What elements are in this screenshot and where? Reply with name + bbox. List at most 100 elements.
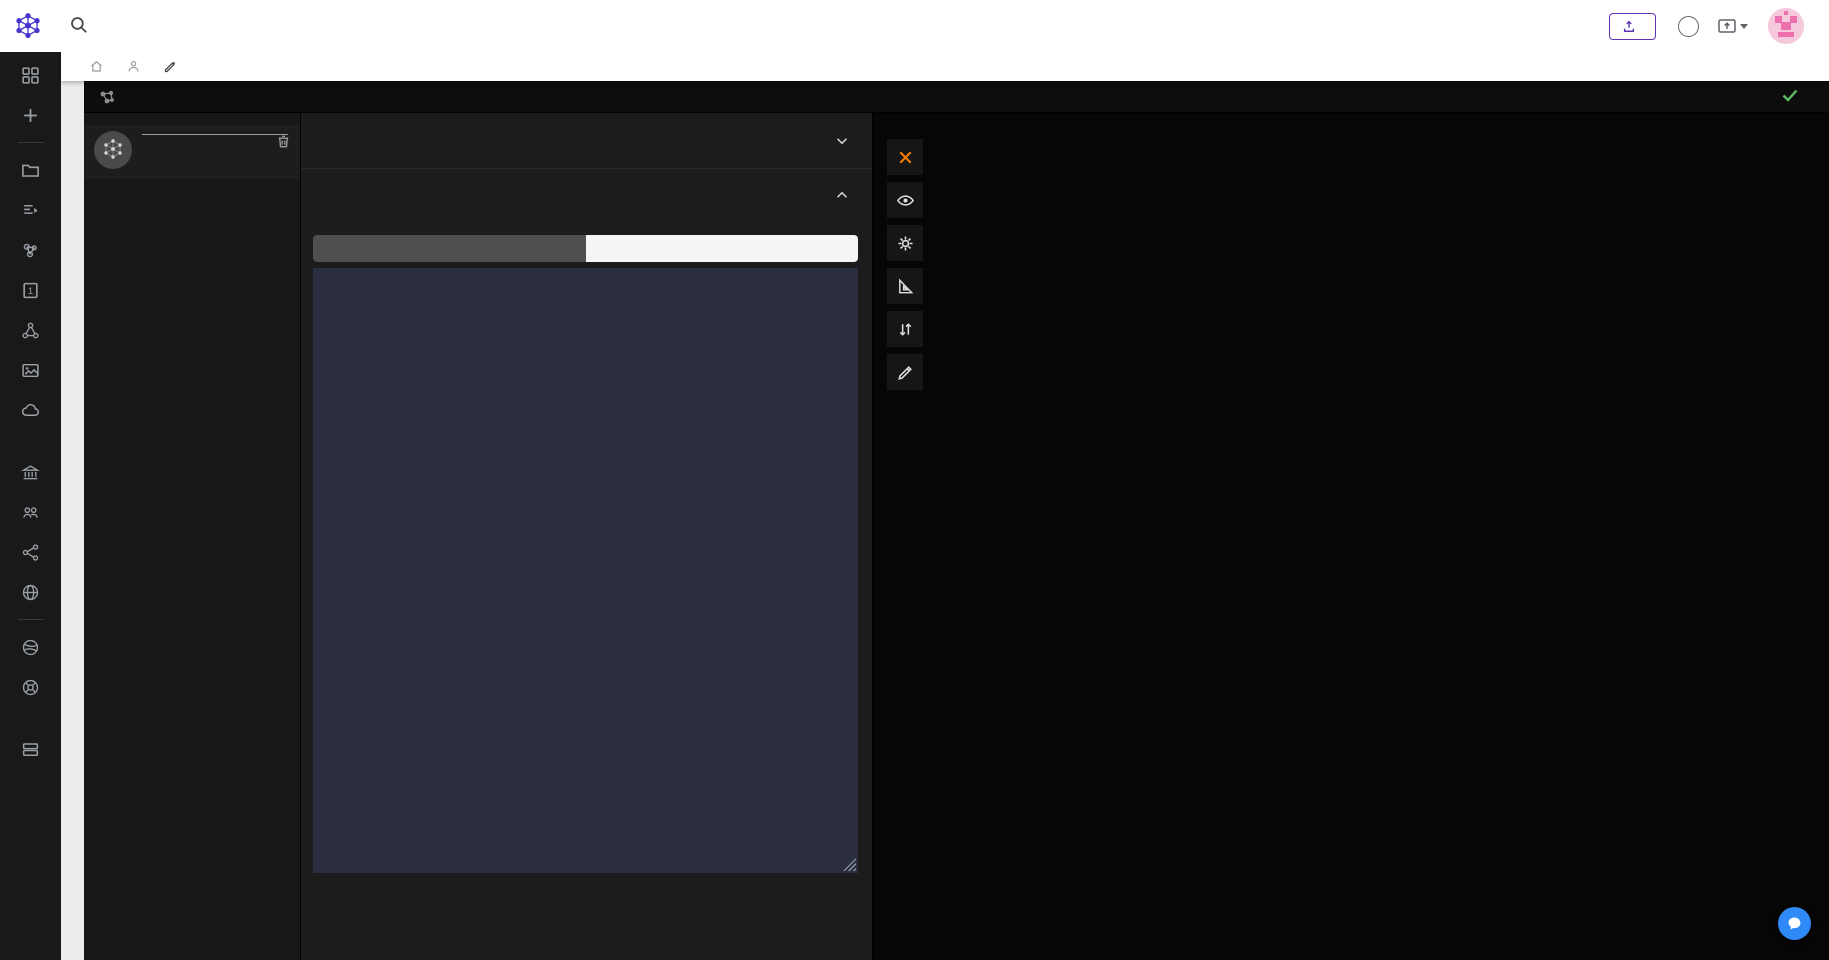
home-icon [89, 59, 104, 74]
basis-units-tabs [313, 235, 858, 262]
jobs-icon: 1 [21, 281, 40, 300]
materials-designer [84, 81, 1829, 960]
avatar-identicon [1768, 8, 1804, 44]
person-icon [126, 59, 141, 74]
eye-icon [896, 191, 915, 210]
layout-gap [61, 81, 84, 960]
sidebar-item-create[interactable] [11, 100, 51, 130]
materials-list-panel [84, 113, 301, 960]
menu-input-output[interactable] [138, 81, 164, 113]
sidebar: 1 [0, 52, 61, 960]
pencil-icon [163, 59, 178, 74]
source-editor-panel [301, 113, 873, 960]
breadcrumb-account[interactable] [126, 59, 147, 74]
app-screen: 1 [0, 0, 1829, 960]
visibility-button[interactable] [887, 182, 923, 218]
basis-editor-lines [313, 268, 858, 272]
gear-icon [896, 234, 915, 253]
crystal-lattice-section-header[interactable] [301, 113, 872, 169]
basis-editor[interactable] [313, 268, 858, 873]
material-avatar-icon [94, 131, 132, 169]
sidebar-item-workflows[interactable] [11, 195, 51, 225]
sidebar-item-jobs[interactable]: 1 [11, 275, 51, 305]
folder-icon [21, 161, 40, 180]
upgrade-button[interactable] [1609, 13, 1656, 40]
menu-advanced[interactable] [216, 81, 242, 113]
globe-icon [21, 583, 40, 602]
mat3ra-logo-icon[interactable] [14, 12, 42, 40]
menu-edit[interactable] [164, 81, 190, 113]
messages-icon [1717, 17, 1737, 35]
sidebar-item-explore[interactable] [11, 632, 51, 662]
sidebar-divider [18, 142, 44, 143]
edit-structure-button[interactable] [887, 354, 923, 390]
svg-text:1: 1 [28, 285, 33, 296]
atoms-cluster-icon [21, 241, 40, 260]
search-button[interactable] [68, 15, 90, 37]
team-icon [21, 503, 40, 522]
cloud-icon [21, 401, 40, 420]
breadcrumb-home[interactable] [89, 59, 110, 74]
set-square-icon [896, 277, 915, 296]
up-down-arrows-icon [896, 320, 915, 339]
reorder-axes-button[interactable] [887, 311, 923, 347]
upload-icon [1622, 19, 1636, 33]
material-list-item[interactable] [84, 125, 300, 179]
tab-cartesian-units[interactable] [586, 235, 859, 262]
editor-resize-handle[interactable] [843, 858, 856, 871]
search-icon [69, 15, 89, 35]
breadcrumb-current [163, 59, 184, 74]
tab-crystal-units[interactable] [313, 235, 586, 262]
bank-icon [21, 463, 40, 482]
sidebar-item-materials[interactable] [11, 235, 51, 265]
save-check-button[interactable] [1781, 86, 1799, 107]
close-icon [896, 148, 915, 167]
delete-material-button[interactable] [275, 133, 292, 153]
chevron-down-icon [836, 137, 848, 145]
explore-icon [21, 638, 40, 657]
viewer-settings-button[interactable] [887, 225, 923, 261]
images-icon [21, 361, 40, 380]
sidebar-item-web[interactable] [11, 577, 51, 607]
chat-bubble-icon [1786, 915, 1803, 932]
measure-button[interactable] [887, 268, 923, 304]
viewer-canvas[interactable] [873, 113, 1829, 960]
breadcrumb [61, 52, 1829, 81]
sidebar-item-designer[interactable] [11, 315, 51, 345]
trash-icon [275, 133, 292, 150]
close-viewer-button[interactable] [887, 139, 923, 175]
chat-support-button[interactable] [1778, 907, 1811, 940]
help-button[interactable] [1678, 16, 1699, 37]
sidebar-item-team[interactable] [11, 497, 51, 527]
viewer-toolbar [887, 139, 923, 390]
user-avatar[interactable] [1768, 8, 1804, 44]
sidebar-item-dashboard[interactable] [11, 60, 51, 90]
structure-viewer [873, 113, 1829, 960]
check-icon [1781, 86, 1799, 104]
sidebar-item-shared[interactable] [11, 537, 51, 567]
pencil-icon [896, 363, 915, 382]
sidebar-item-media[interactable] [11, 355, 51, 385]
crystal-basis-section-header[interactable] [301, 169, 872, 221]
sidebar-item-support[interactable] [11, 672, 51, 702]
sidebar-item-bank[interactable] [11, 457, 51, 487]
hierarchy-icon [21, 321, 40, 340]
designer-logo-icon [98, 88, 116, 106]
caret-down-icon [1740, 24, 1748, 29]
chevron-up-icon [836, 191, 848, 199]
designer-menubar [84, 81, 1829, 113]
top-bar [0, 0, 1829, 52]
workflows-icon [21, 201, 40, 220]
sidebar-item-projects[interactable] [11, 155, 51, 185]
sidebar-item-cloud[interactable] [11, 395, 51, 425]
messages-button[interactable] [1717, 17, 1748, 35]
sidebar-divider [18, 619, 44, 620]
wheel-icon [21, 678, 40, 697]
menu-help[interactable] [242, 81, 268, 113]
menu-view[interactable] [190, 81, 216, 113]
share-icon [21, 543, 40, 562]
dashboard-icon [21, 66, 40, 85]
sidebar-item-properties[interactable] [11, 734, 51, 764]
material-name-input[interactable] [142, 131, 288, 135]
plus-icon [21, 106, 40, 125]
